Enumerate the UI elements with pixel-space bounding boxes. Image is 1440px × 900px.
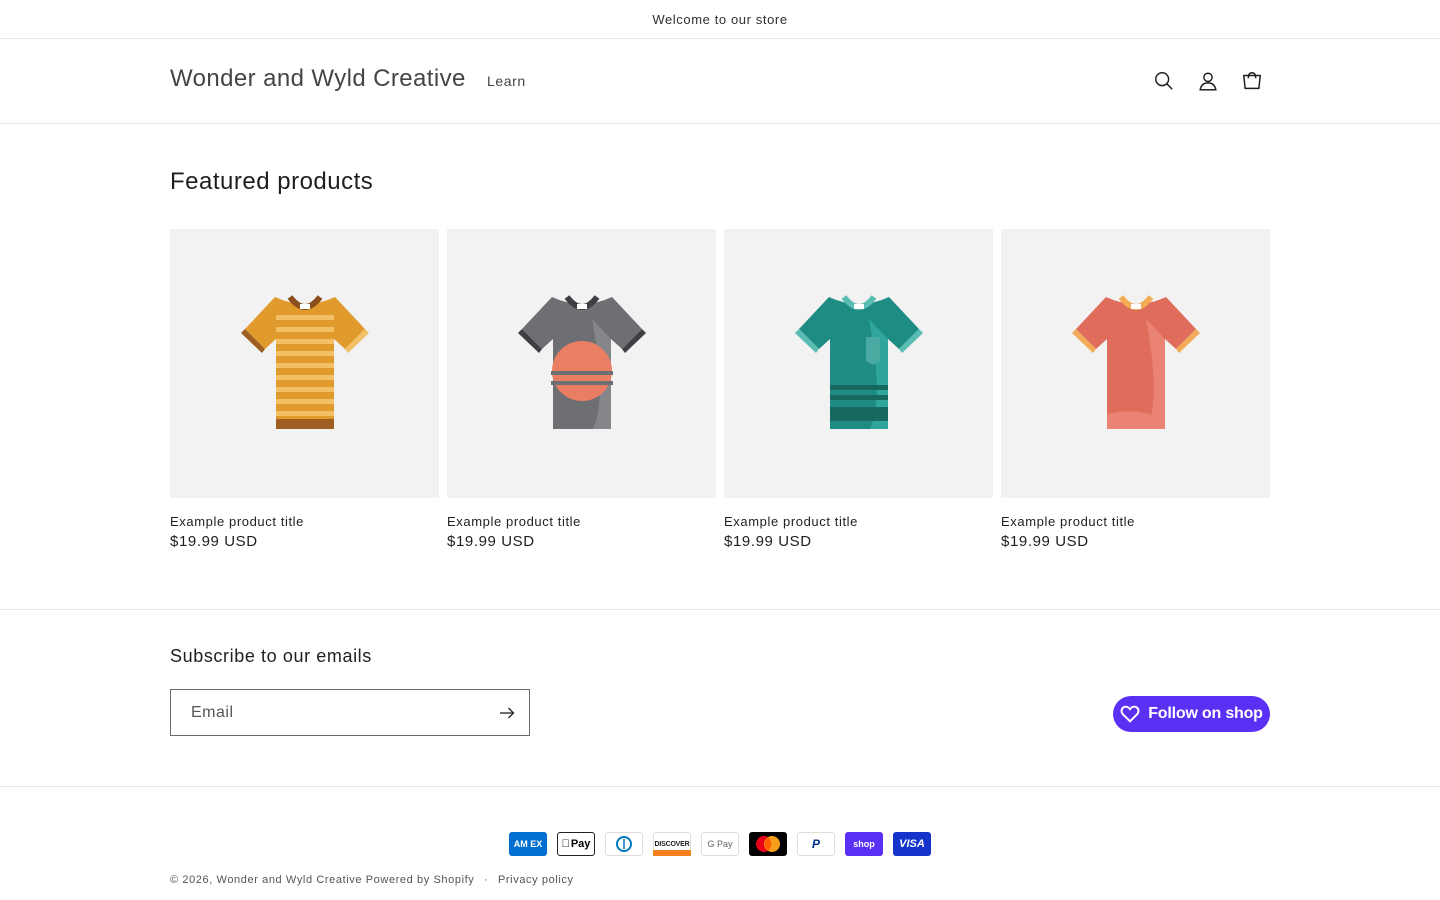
diners-club-icon [605, 832, 643, 856]
store-logo[interactable]: Wonder and Wyld Creative [170, 65, 466, 93]
footer-divider [0, 786, 1440, 787]
tshirt-orange-striped-image [240, 294, 369, 429]
follow-on-shop-button[interactable]: Follow on shop [1113, 696, 1270, 732]
announcement-text: Welcome to our store [652, 11, 788, 27]
shop-pay-icon: shop [845, 832, 883, 856]
subscribe-title: Subscribe to our emails [170, 646, 372, 666]
tshirt-coral-image [1071, 294, 1200, 429]
product-title[interactable]: Example product title [1001, 514, 1270, 529]
account-button[interactable] [1191, 64, 1225, 98]
product-image[interactable] [170, 229, 439, 498]
footer-copyright: © 2026, Wonder and Wyld Creative Powered… [170, 874, 574, 886]
site-header: Wonder and Wyld Creative Learn [0, 39, 1440, 124]
section-divider [0, 609, 1440, 610]
product-image[interactable] [1001, 229, 1270, 498]
announcement-bar: Welcome to our store [0, 0, 1440, 39]
product-title[interactable]: Example product title [724, 514, 993, 529]
footer-separator: · [484, 874, 489, 886]
arrow-right-icon [500, 707, 515, 719]
email-form [170, 689, 530, 736]
amex-icon: AM EX [509, 832, 547, 856]
google-pay-icon: G Pay [701, 832, 739, 856]
product-card[interactable]: Example product title $19.99 USD [447, 229, 716, 550]
product-image[interactable] [724, 229, 993, 498]
email-input[interactable] [171, 703, 481, 722]
account-icon [1199, 72, 1217, 91]
product-card[interactable]: Example product title $19.99 USD [724, 229, 993, 550]
product-price: $19.99 USD [447, 533, 535, 550]
discover-icon: DISCOVER [653, 832, 691, 856]
product-price: $19.99 USD [1001, 533, 1089, 550]
search-icon [1155, 72, 1173, 90]
product-card[interactable]: Example product title $19.99 USD [1001, 229, 1270, 550]
powered-by-shopify-link[interactable]: Powered by Shopify [366, 874, 475, 886]
tshirt-teal-pocket-image [794, 294, 923, 429]
heart-icon [1120, 705, 1140, 723]
privacy-policy-link[interactable]: Privacy policy [498, 874, 574, 886]
nav-item-learn[interactable]: Learn [487, 73, 526, 89]
footer-store-link[interactable]: Wonder and Wyld Creative [217, 874, 363, 886]
paypal-icon: P [797, 832, 835, 856]
featured-products-title: Featured products [170, 168, 374, 195]
product-image[interactable] [447, 229, 716, 498]
product-card[interactable]: Example product title $19.99 USD [170, 229, 439, 550]
product-title[interactable]: Example product title [170, 514, 439, 529]
product-price: $19.99 USD [170, 533, 258, 550]
apple-pay-icon: Pay [557, 832, 595, 856]
cart-button[interactable] [1235, 64, 1269, 98]
payment-icons: AM EX Pay DISCOVER G Pay P shop VISA [509, 832, 931, 856]
tshirt-gray-sunset-image [517, 294, 646, 429]
visa-icon: VISA [893, 832, 931, 856]
product-price: $19.99 USD [724, 533, 812, 550]
product-grid: Example product title $19.99 USD Example… [170, 229, 1270, 550]
product-title[interactable]: Example product title [447, 514, 716, 529]
mastercard-icon [749, 832, 787, 856]
subscribe-submit-button[interactable] [497, 703, 517, 723]
copyright-text: © 2026, [170, 874, 213, 886]
cart-icon [1242, 72, 1262, 90]
search-button[interactable] [1147, 64, 1181, 98]
follow-on-shop-label: Follow on shop [1148, 705, 1263, 722]
